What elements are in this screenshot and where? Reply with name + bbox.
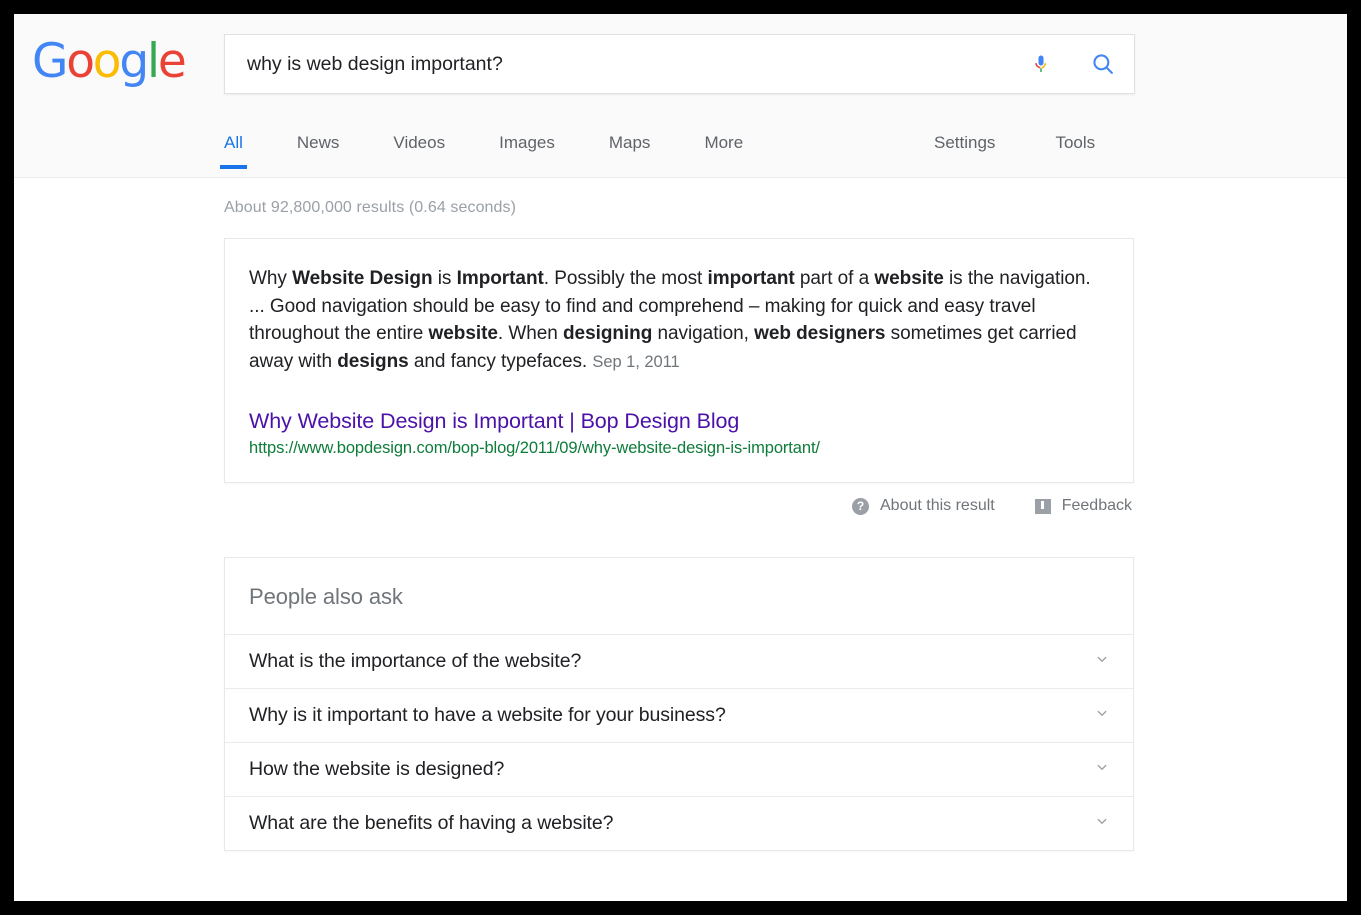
- snippet-bold-term: Website Design: [292, 268, 433, 289]
- tab-maps[interactable]: Maps: [609, 122, 651, 153]
- search-header: Google Al: [14, 14, 1347, 178]
- snippet-text-run: . Possibly the most: [543, 268, 708, 289]
- logo-letter-3: g: [119, 34, 149, 89]
- nav-tabs-secondary: Settings Tools: [934, 122, 1095, 153]
- logo-letter-5: e: [157, 34, 187, 89]
- settings-button[interactable]: Settings: [934, 122, 995, 153]
- people-also-ask-title: People also ask: [249, 584, 403, 609]
- people-also-ask-list: What is the importance of the website? Wh…: [225, 634, 1133, 850]
- snippet-date: Sep 1, 2011: [592, 352, 680, 371]
- about-this-result-label: About this result: [880, 497, 995, 514]
- feedback-label: Feedback: [1061, 497, 1132, 514]
- snippet-bold-term: Important: [456, 268, 544, 289]
- search-icon[interactable]: [1072, 35, 1134, 93]
- people-also-ask-card: People also ask What is the importance o…: [224, 557, 1134, 851]
- snippet-bold-term: important: [707, 268, 795, 289]
- logo-letter-4: l: [147, 34, 160, 89]
- people-also-ask-question: What are the benefits of having a websit…: [249, 812, 614, 834]
- tab-all[interactable]: All: [220, 122, 247, 169]
- search-input[interactable]: [225, 52, 1010, 76]
- search-bar[interactable]: [224, 34, 1135, 94]
- browser-viewport: Google Al: [14, 14, 1347, 901]
- snippet-bold-term: designing: [563, 323, 653, 344]
- people-also-ask-question: How the website is designed?: [249, 758, 505, 780]
- about-this-result-button[interactable]: ? About this result: [852, 497, 995, 515]
- logo-letter-2: o: [92, 34, 122, 89]
- chevron-down-icon[interactable]: [1093, 650, 1111, 673]
- snippet-bold-term: designs: [337, 350, 409, 372]
- people-also-ask-item[interactable]: Why is it important to have a website fo…: [225, 688, 1133, 742]
- microphone-icon[interactable]: [1010, 35, 1072, 93]
- feedback-button[interactable]: Feedback: [1034, 497, 1132, 515]
- logo-letter-1: o: [66, 34, 95, 89]
- featured-snippet-text: Why Website Design is Important. Possibl…: [249, 265, 1109, 376]
- google-logo[interactable]: Google: [32, 34, 187, 89]
- tab-more[interactable]: More: [704, 122, 743, 153]
- logo-letter-0: G: [32, 34, 68, 89]
- people-also-ask-item[interactable]: How the website is designed?: [225, 742, 1133, 796]
- people-also-ask-question: Why is it important to have a website fo…: [249, 704, 726, 726]
- people-also-ask-item[interactable]: What is the importance of the website?: [225, 634, 1133, 688]
- people-also-ask-item[interactable]: What are the benefits of having a websit…: [225, 796, 1133, 850]
- tab-videos[interactable]: Videos: [393, 122, 445, 153]
- chevron-down-icon[interactable]: [1093, 704, 1111, 727]
- snippet-text-run: . When: [497, 323, 563, 344]
- snippet-text-run: part of a: [794, 268, 875, 289]
- chevron-down-icon[interactable]: [1093, 758, 1111, 781]
- people-also-ask-question: What is the importance of the website?: [249, 650, 582, 672]
- snippet-bold-term: website: [874, 268, 944, 289]
- tab-images[interactable]: Images: [499, 122, 555, 153]
- chevron-down-icon[interactable]: [1093, 812, 1111, 835]
- tools-button[interactable]: Tools: [1055, 122, 1095, 153]
- snippet-text-run: Why: [249, 268, 293, 289]
- snippet-text-run: is: [432, 268, 457, 289]
- tab-news[interactable]: News: [297, 122, 340, 153]
- result-url: https://www.bopdesign.com/bop-blog/2011/…: [249, 439, 820, 457]
- search-nav: All News Videos Images Maps More Setting…: [220, 122, 1347, 178]
- snippet-text-run: and fancy typefaces.: [408, 350, 593, 372]
- search-results-main: About 92,800,000 results (0.64 seconds) …: [14, 178, 1347, 851]
- snippet-text-run: navigation,: [652, 323, 755, 344]
- nav-tabs-primary: All News Videos Images Maps More: [220, 122, 743, 169]
- result-meta-row: ? About this result Feedback: [224, 497, 1134, 515]
- result-title-link[interactable]: Why Website Design is Important | Bop De…: [249, 408, 1109, 435]
- featured-snippet-card: Why Website Design is Important. Possibl…: [224, 238, 1134, 483]
- snippet-bold-term: web designers: [754, 323, 886, 344]
- question-mark-circle-icon: ?: [852, 497, 869, 515]
- feedback-flag-icon: [1034, 498, 1051, 514]
- result-stats: About 92,800,000 results (0.64 seconds): [224, 199, 517, 216]
- snippet-bold-term: website: [428, 323, 498, 344]
